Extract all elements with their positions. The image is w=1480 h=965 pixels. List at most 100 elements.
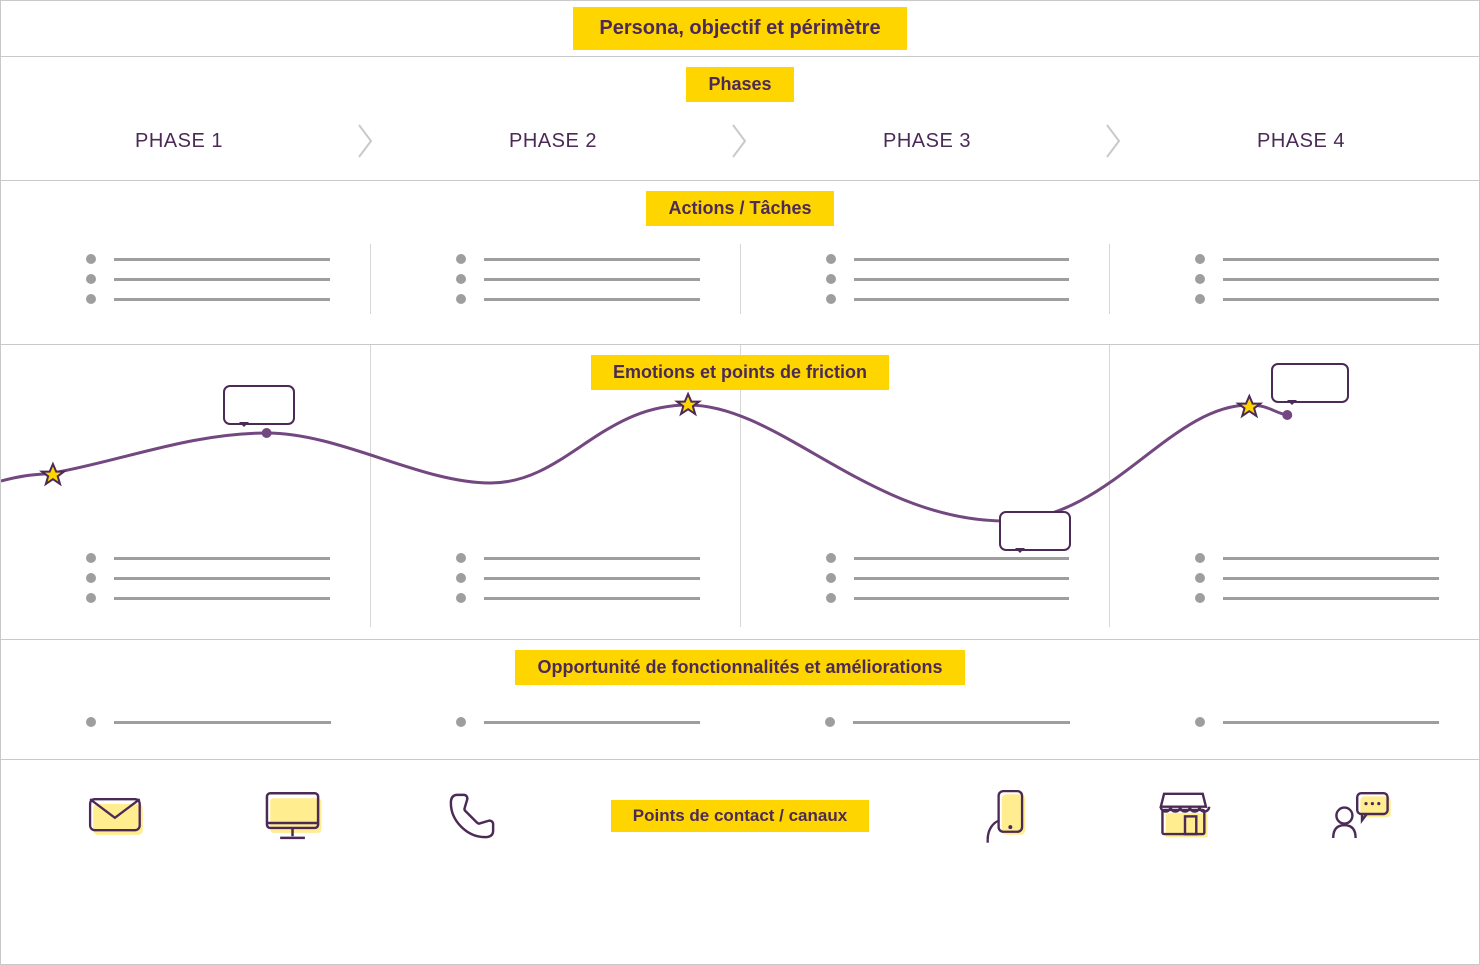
bullet-dot-icon [86,274,96,284]
tag-opportunities: Opportunité de fonctionnalités et amélio… [515,650,964,685]
opportunity-col [740,707,1110,737]
placeholder-bar [114,557,330,560]
placeholder-bar [1223,721,1440,724]
placeholder-line [86,254,330,264]
placeholder-line [86,573,330,583]
bullet-dot-icon [86,717,96,727]
bullet-dot-icon [826,593,836,603]
placeholder-bar [484,278,700,281]
placeholder-bar [484,557,700,560]
journey-map-canvas: Persona, objectif et périmètre Phases PH… [0,0,1480,965]
phase-label: PHASE 4 [1123,130,1479,153]
emotions-columns [1,543,1479,627]
actions-col [371,244,741,314]
row-channels: Points de contact / canaux [1,760,1479,872]
emotions-col [741,543,1111,627]
bullet-dot-icon [825,717,835,727]
placeholder-bar [854,298,1070,301]
tag-channels: Points de contact / canaux [611,800,869,832]
placeholder-bar [1223,557,1439,560]
opportunities-columns [1,685,1479,759]
phase-label: PHASE 1 [1,130,357,153]
placeholder-line [826,254,1070,264]
placeholder-bar [114,577,330,580]
placeholder-bar [854,577,1070,580]
placeholder-bar [484,298,700,301]
bullet-dot-icon [86,573,96,583]
placeholder-line [1195,254,1439,264]
placeholder-bar [484,577,700,580]
bullet-dot-icon [456,294,466,304]
email-icon [79,783,157,849]
placeholder-bar [1223,278,1439,281]
bullet-dot-icon [1195,254,1205,264]
bullet-dot-icon [1195,294,1205,304]
placeholder-line [456,553,700,563]
phone-call-icon [433,783,511,849]
bullet-dot-icon [456,573,466,583]
store-icon [1146,783,1224,849]
bullet-dot-icon [86,593,96,603]
bullet-dot-icon [826,294,836,304]
placeholder-line [1195,717,1440,727]
placeholder-line [826,573,1070,583]
chevron-right-icon [731,123,749,159]
placeholder-line [456,717,701,727]
placeholder-line [1195,573,1439,583]
placeholder-bar [854,258,1070,261]
placeholder-line [1195,553,1439,563]
placeholder-line [86,553,330,563]
phases-strip: PHASE 1 PHASE 2 PHASE 3 PHASE 4 [1,102,1479,180]
tag-emotions: Emotions et points de friction [591,355,889,390]
placeholder-bar [484,258,700,261]
placeholder-line [826,274,1070,284]
chevron-right-icon [357,123,375,159]
annotation-bubble-icon [999,511,1071,551]
actions-columns [1,226,1479,344]
desktop-icon [256,783,334,849]
placeholder-bar [1223,298,1439,301]
row-opportunities: Opportunité de fonctionnalités et amélio… [1,640,1479,760]
opportunity-col [371,707,741,737]
placeholder-bar [114,721,331,724]
placeholder-line [825,717,1070,727]
placeholder-bar [1223,258,1439,261]
phase-label: PHASE 2 [375,130,731,153]
bullet-dot-icon [456,254,466,264]
chevron-right-icon [1105,123,1123,159]
bullet-dot-icon [826,274,836,284]
phase-label: PHASE 3 [749,130,1105,153]
placeholder-line [86,274,330,284]
placeholder-bar [1223,577,1439,580]
placeholder-bar [484,597,700,600]
actions-col [741,244,1111,314]
placeholder-bar [484,721,701,724]
placeholder-bar [853,721,1070,724]
tag-persona-title: Persona, objectif et périmètre [573,7,906,50]
bullet-dot-icon [456,717,466,727]
tag-phases: Phases [686,67,793,102]
placeholder-line [456,254,700,264]
emotions-col [1,543,371,627]
actions-col [1,244,371,314]
opportunity-col [1,707,371,737]
placeholder-bar [854,597,1070,600]
bullet-dot-icon [826,573,836,583]
opportunity-col [1110,707,1480,737]
bullet-dot-icon [1195,593,1205,603]
placeholder-line [1195,274,1439,284]
tag-actions: Actions / Tâches [646,191,833,226]
placeholder-line [1195,294,1439,304]
placeholder-line [86,593,330,603]
mobile-icon [969,783,1047,849]
placeholder-line [826,593,1070,603]
placeholder-bar [114,597,330,600]
annotation-bubble-icon [1271,363,1349,403]
row-persona: Persona, objectif et périmètre [1,1,1479,57]
row-phases: Phases PHASE 1 PHASE 2 PHASE 3 PHASE 4 [1,57,1479,181]
bullet-dot-icon [86,553,96,563]
bullet-dot-icon [456,553,466,563]
bullet-dot-icon [456,274,466,284]
placeholder-bar [114,258,330,261]
row-actions: Actions / Tâches [1,181,1479,345]
